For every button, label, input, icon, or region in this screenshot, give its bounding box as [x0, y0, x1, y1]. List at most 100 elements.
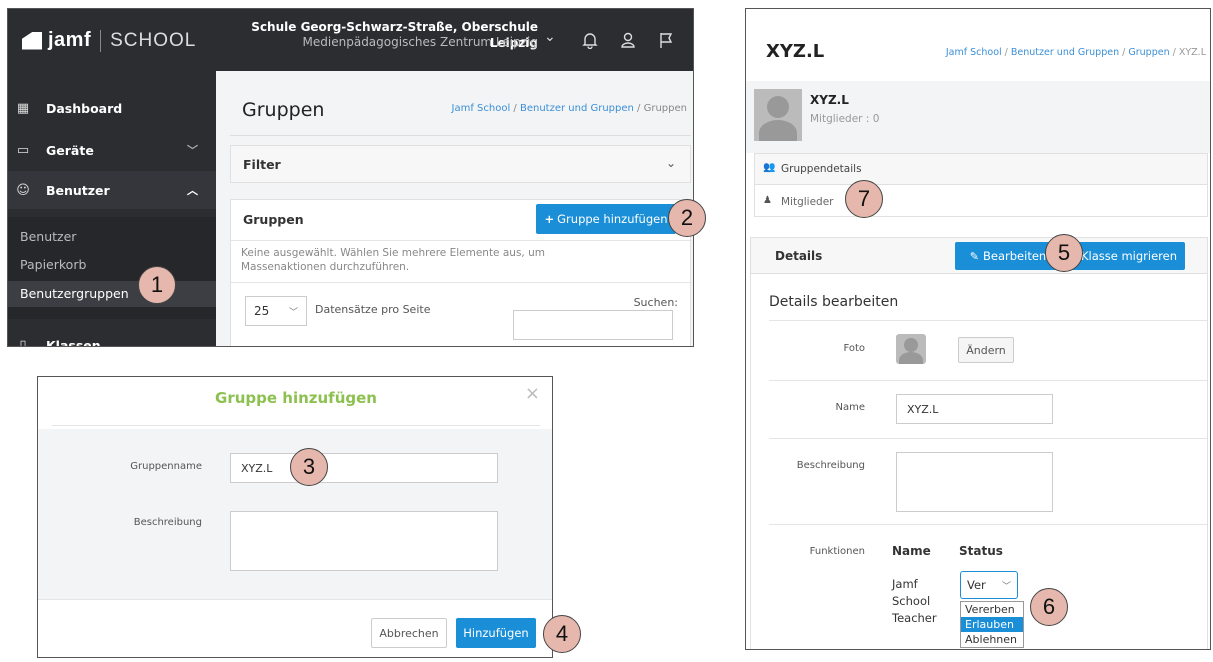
- monitor-icon: ▭: [16, 142, 30, 158]
- breadcrumb-jamf-school[interactable]: Jamf School: [946, 47, 1002, 58]
- pencil-icon: ✎: [969, 249, 980, 263]
- search-label: Suchen:: [633, 296, 678, 309]
- page-title: XYZ.L: [766, 41, 825, 62]
- logo-divider: [100, 29, 102, 52]
- sidebar-item-dashboard[interactable]: ▦ Dashboard: [8, 89, 216, 127]
- sidebar-item-devices[interactable]: ▭ Geräte ﹀: [8, 131, 216, 169]
- plus-icon: +: [544, 212, 555, 226]
- school-subtitle: Medienpädagogisches Zentrum Leipzig: [302, 35, 538, 49]
- change-photo-button[interactable]: Ändern: [958, 337, 1014, 363]
- status-select[interactable]: Ver ﹀: [960, 571, 1018, 599]
- name-label: Name: [835, 402, 865, 413]
- add-group-button-label: Gruppe hinzufügen: [557, 212, 668, 226]
- status-dropdown: Vererben Erlauben Ablehnen: [960, 601, 1024, 648]
- per-page-select[interactable]: 25 ﹀: [245, 296, 307, 326]
- sidebar: ▦ Dashboard ▭ Geräte ﹀ ☺ Benutzer ︿ Benu…: [8, 71, 216, 347]
- divider: [230, 135, 691, 136]
- add-group-modal-screenshot: Gruppe hinzufügen × Gruppenname XYZ.L Be…: [37, 376, 553, 658]
- divider: [231, 282, 692, 283]
- photo-label: Foto: [843, 343, 865, 354]
- tab-label: Mitglieder: [781, 196, 834, 208]
- breadcrumb: Jamf School / Benutzer und Gruppen / Gru…: [945, 47, 1206, 58]
- group-name-label: Gruppenname: [130, 461, 202, 472]
- brand-name: jamf: [48, 29, 92, 51]
- group-details-screenshot: XYZ.L Jamf School / Benutzer und Gruppen…: [745, 8, 1211, 650]
- sidebar-subitem-user-groups[interactable]: Benutzergruppen: [8, 281, 216, 307]
- divider: [231, 240, 692, 241]
- divider: [769, 320, 1207, 321]
- grid-icon: ▦: [16, 100, 30, 116]
- sidebar-item-users[interactable]: ☺ Benutzer ︿: [8, 171, 216, 209]
- filter-panel[interactable]: Filter ⌄: [230, 145, 691, 183]
- callout-2: 2: [668, 199, 706, 237]
- breadcrumb-users-groups[interactable]: Benutzer und Gruppen: [520, 103, 634, 114]
- edit-details-title: Details bearbeiten: [769, 294, 899, 310]
- page-title: Gruppen: [242, 99, 325, 121]
- add-group-button[interactable]: + Gruppe hinzufügen: [536, 204, 676, 234]
- breadcrumb-groups: Gruppen: [643, 103, 687, 114]
- photo-avatar: [896, 334, 926, 364]
- jamf-logo-icon: [22, 31, 42, 50]
- details-card: Details ✎ Bearbeiten Klasse migrieren De…: [750, 237, 1208, 649]
- user-icon: ♟: [763, 195, 772, 206]
- sidebar-subitem-users[interactable]: Benutzer: [20, 229, 76, 244]
- users-icon: 👥: [763, 162, 776, 173]
- divider: [52, 425, 540, 426]
- search-input[interactable]: [513, 310, 673, 340]
- status-select-value: Ver: [967, 578, 986, 592]
- chevron-up-icon: ︿: [187, 184, 198, 197]
- group-name: XYZ.L: [810, 93, 849, 107]
- callout-3: 3: [290, 448, 328, 486]
- group-name-input[interactable]: XYZ.L: [230, 453, 498, 483]
- breadcrumb-jamf-school[interactable]: Jamf School: [452, 103, 511, 114]
- add-button[interactable]: Hinzufügen: [456, 618, 536, 648]
- details-title: Details: [775, 249, 823, 263]
- sidebar-item-classes[interactable]: ▯ Klassen: [8, 326, 216, 347]
- tab-group-details[interactable]: 👥 Gruppendetails: [755, 154, 1207, 185]
- description-textarea[interactable]: [896, 452, 1053, 512]
- col-status-header: Status: [959, 544, 1003, 558]
- per-page-label: Datensätze pro Seite: [315, 303, 431, 316]
- status-option-allow[interactable]: Erlauben: [961, 617, 1023, 632]
- name-input[interactable]: XYZ.L: [896, 394, 1053, 424]
- sidebar-subitem-trash[interactable]: Papierkorb: [20, 257, 86, 272]
- chevron-down-icon[interactable]: ⌄: [666, 156, 676, 170]
- description-textarea[interactable]: [230, 511, 498, 571]
- tab-members[interactable]: ♟ Mitglieder: [755, 186, 1207, 217]
- status-option-inherit[interactable]: Vererben: [961, 602, 1023, 617]
- divider: [769, 438, 1207, 439]
- close-icon[interactable]: ×: [525, 383, 540, 404]
- functions-label: Funktionen: [809, 546, 865, 557]
- divider: [769, 524, 1207, 525]
- status-option-deny[interactable]: Ablehnen: [961, 632, 1023, 647]
- sidebar-item-label: Klassen: [46, 337, 101, 347]
- sidebar-item-label: Geräte: [46, 142, 94, 158]
- breadcrumb-users-groups[interactable]: Benutzer und Gruppen: [1011, 47, 1119, 58]
- cancel-button[interactable]: Abbrechen: [371, 618, 447, 648]
- jamf-school-logo[interactable]: jamf SCHOOL: [22, 29, 196, 52]
- flag-icon[interactable]: [658, 31, 674, 49]
- divider: [769, 380, 1207, 381]
- users-submenu: Benutzer Papierkorb Benutzergruppen: [8, 217, 216, 319]
- per-page-value: 25: [254, 304, 270, 318]
- user-icon[interactable]: [620, 31, 636, 49]
- selection-info: Keine ausgewählt. Wählen Sie mehrere Ele…: [241, 247, 545, 273]
- breadcrumb-groups[interactable]: Gruppen: [1128, 47, 1169, 58]
- filter-label: Filter: [243, 157, 281, 172]
- bell-icon[interactable]: [582, 31, 598, 49]
- chevron-down-icon: ﹀: [187, 144, 198, 157]
- main-content: Gruppen Jamf School / Benutzer und Grupp…: [216, 71, 693, 346]
- sidebar-item-label: Dashboard: [46, 100, 123, 116]
- book-icon: ▯: [19, 337, 27, 347]
- function-name: Jamf School Teacher: [892, 576, 937, 627]
- users-icon: ☺: [16, 182, 30, 198]
- chevron-down-icon[interactable]: ⌄: [544, 29, 556, 45]
- divider: [38, 599, 552, 600]
- callout-7: 7: [845, 180, 883, 218]
- function-name-line: Teacher: [892, 611, 937, 625]
- callout-5: 5: [1045, 234, 1083, 272]
- chevron-down-icon: ﹀: [1001, 581, 1011, 592]
- groups-card-title: Gruppen: [243, 212, 304, 227]
- edit-button-label: Bearbeiten: [983, 249, 1047, 263]
- function-name-line: Jamf: [892, 577, 918, 591]
